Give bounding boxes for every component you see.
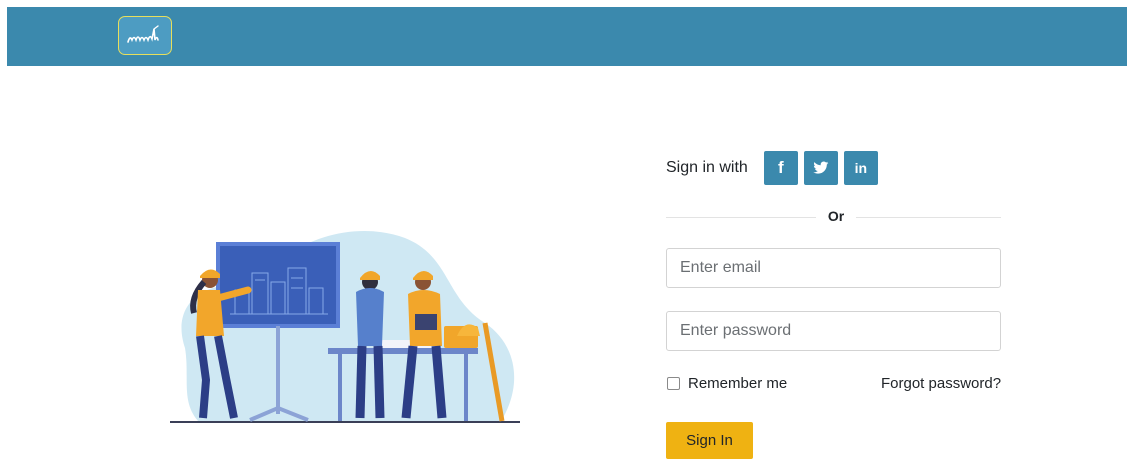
sign-in-button[interactable]: Sign In — [666, 422, 753, 459]
email-field[interactable] — [666, 248, 1001, 288]
logo[interactable] — [118, 16, 172, 55]
linkedin-button[interactable]: in — [843, 151, 878, 185]
top-navbar — [7, 7, 1127, 66]
password-field[interactable] — [666, 311, 1001, 351]
twitter-icon — [813, 161, 829, 174]
forgot-password-link[interactable]: Forgot password? — [881, 375, 1001, 392]
facebook-icon: f — [777, 158, 784, 177]
remember-me-label: Remember me — [688, 375, 788, 392]
facebook-button[interactable]: f — [763, 151, 798, 185]
or-label: Or — [827, 208, 845, 224]
social-signin-row: Sign in with f in — [666, 150, 884, 186]
work-table — [328, 348, 478, 354]
divider-line-right — [856, 217, 1001, 218]
twitter-button[interactable] — [803, 151, 838, 185]
linkedin-icon: in — [854, 160, 868, 176]
remember-me-checkbox[interactable] — [667, 377, 680, 390]
construction-illustration — [170, 231, 520, 423]
remember-me[interactable]: Remember me — [666, 375, 787, 392]
or-divider: Or — [666, 207, 1001, 227]
sign-in-with-label: Sign in with — [666, 159, 748, 176]
logo-icon — [127, 24, 159, 43]
divider-line-left — [666, 217, 816, 218]
